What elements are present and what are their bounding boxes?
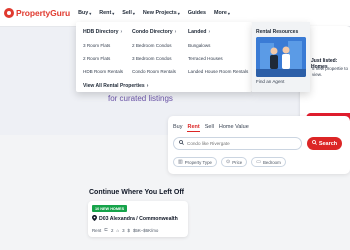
menu-link[interactable]: 2 Bedroom Condos bbox=[132, 43, 176, 48]
menu-heading-condo[interactable]: Condo Directory › bbox=[132, 29, 176, 35]
chevron-down-icon: ▾ bbox=[177, 10, 180, 16]
chevron-right-icon: › bbox=[146, 83, 149, 89]
search-icon bbox=[179, 140, 184, 147]
new-homes-badge: 10 NEW HOMES bbox=[92, 205, 128, 212]
menu-link[interactable]: Landed House Room Rentals bbox=[188, 69, 248, 74]
building-icon: ▥ bbox=[178, 159, 183, 165]
search-filters: ▥ Property Type ⊙ Price ▭ Bedroom bbox=[173, 157, 286, 167]
search-icon bbox=[311, 140, 317, 147]
hero-tagline: for curated listings bbox=[108, 94, 173, 103]
chevron-down-icon: ▾ bbox=[89, 10, 92, 16]
price-icon: $ bbox=[127, 227, 130, 233]
location-pin-icon bbox=[92, 215, 97, 223]
bed-icon: ▭ bbox=[256, 159, 261, 165]
recent-search-card[interactable]: 10 NEW HOMES D03 Alexandra / Commonwealt… bbox=[88, 201, 188, 237]
chevron-down-icon: ▾ bbox=[132, 10, 135, 16]
filter-price[interactable]: ⊙ Price bbox=[221, 157, 248, 167]
view-all-rentals-link[interactable]: View All Rental Properties › bbox=[83, 83, 148, 89]
logo-icon bbox=[4, 8, 14, 18]
chevron-down-icon: ▾ bbox=[227, 10, 230, 16]
promo-card-subtitle: 5 new propertie to view. bbox=[312, 66, 349, 77]
logo[interactable]: PropertyGuru bbox=[4, 8, 70, 18]
menu-link[interactable]: 3 Room Flats bbox=[83, 43, 123, 48]
tab-home-value[interactable]: Home Value bbox=[219, 124, 249, 132]
menu-link[interactable]: 3 Bedroom Condos bbox=[132, 56, 176, 61]
bed-icon: ⊏ bbox=[104, 227, 108, 232]
search-card: Buy Rent Sell Home Value Search ▥Propert… bbox=[168, 116, 350, 174]
tab-rent[interactable]: Rent bbox=[187, 124, 200, 132]
chevron-right-icon: › bbox=[120, 29, 123, 35]
filter-bedroom[interactable]: ▭ Bedroom bbox=[251, 157, 286, 167]
chevron-down-icon: ▾ bbox=[112, 10, 115, 16]
filter-property-type[interactable]: ▥ Property Type bbox=[173, 157, 217, 167]
bath-icon: ⌂ bbox=[116, 227, 120, 233]
menu-link[interactable]: Terraced Houses bbox=[188, 56, 248, 61]
search-field[interactable] bbox=[173, 137, 302, 150]
nav-item-sell[interactable]: Sell ▾ bbox=[122, 10, 135, 16]
search-tabs: Buy Rent Sell Home Value bbox=[173, 124, 249, 132]
rental-resources-title: Rental Resources bbox=[256, 29, 299, 35]
menu-link[interactable]: 2 Room Flats bbox=[83, 56, 123, 61]
search-button-label: Search bbox=[318, 140, 338, 147]
search-button[interactable]: Search bbox=[307, 137, 342, 150]
section-title-continue: Continue Where You Left Off bbox=[89, 189, 185, 196]
chevron-right-icon: › bbox=[208, 29, 211, 35]
nav-item-new-projects[interactable]: New Projects ▾ bbox=[143, 10, 180, 16]
logo-text: PropertyGuru bbox=[16, 8, 71, 18]
rental-resources-panel: Rental Resources Find an Agent bbox=[252, 22, 310, 92]
find-agent-link[interactable]: Find an Agent bbox=[256, 79, 284, 84]
rent-mega-menu: HDB Directory › 3 Room Flats 2 Room Flats… bbox=[76, 22, 252, 92]
menu-link[interactable]: Bungalows bbox=[188, 43, 248, 48]
search-input[interactable] bbox=[187, 141, 297, 146]
menu-heading-landed[interactable]: Landed › bbox=[188, 29, 248, 35]
menu-column-hdb: HDB Directory › 3 Room Flats 2 Room Flats… bbox=[83, 29, 123, 81]
tab-buy[interactable]: Buy bbox=[173, 124, 182, 132]
listing-location: D03 Alexandra / Commonwealth bbox=[92, 215, 178, 223]
menu-link[interactable]: HDB Room Rentals bbox=[83, 69, 123, 74]
menu-column-condo: Condo Directory › 2 Bedroom Condos 3 Bedr… bbox=[132, 29, 176, 81]
price-icon: ⊙ bbox=[226, 159, 231, 165]
nav-item-more[interactable]: More ▾ bbox=[214, 10, 230, 16]
chevron-right-icon: › bbox=[174, 29, 177, 35]
nav-item-guides[interactable]: Guides bbox=[188, 10, 206, 16]
nav-item-buy[interactable]: Buy ▾ bbox=[78, 10, 91, 16]
menu-link[interactable]: Condo Room Rentals bbox=[132, 69, 176, 74]
listing-meta: Rent ⊏ 2 ⌂ 3 $ $5K–$6K/mo bbox=[92, 227, 159, 233]
nav-item-rent[interactable]: Rent ▾ bbox=[99, 10, 114, 16]
menu-column-landed: Landed › Bungalows Terraced Houses Landed… bbox=[188, 29, 248, 81]
agents-illustration bbox=[256, 37, 306, 77]
menu-heading-hdb[interactable]: HDB Directory › bbox=[83, 29, 123, 35]
tab-sell[interactable]: Sell bbox=[205, 124, 214, 132]
